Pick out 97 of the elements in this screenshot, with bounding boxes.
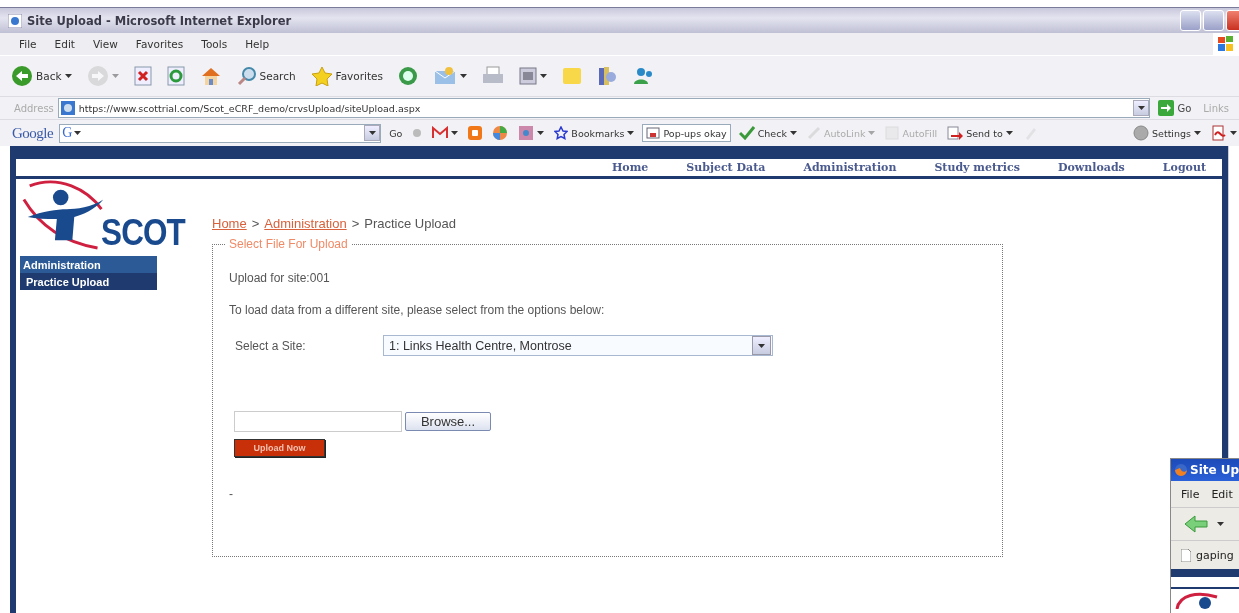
document-icon	[519, 67, 537, 85]
bookmarks-button[interactable]: Bookmarks	[552, 126, 637, 140]
go-button[interactable]: Go	[387, 127, 405, 139]
nav-link[interactable]: Downloads	[1057, 161, 1125, 174]
toolbar-icon-button[interactable]	[1209, 125, 1239, 141]
breadcrumb-link[interactable]: Home	[212, 216, 247, 231]
page-icon	[60, 101, 75, 115]
caret-icon	[1217, 522, 1224, 526]
caret-icon	[74, 131, 82, 135]
window-title: Site Upload - Microsoft Internet Explorer	[27, 13, 293, 28]
caret-icon	[64, 74, 72, 78]
caret-icon	[1230, 131, 1237, 135]
caret-icon	[1194, 131, 1201, 135]
caret-icon	[451, 131, 459, 135]
caret-icon	[111, 74, 119, 78]
menu-item[interactable]: Favorites	[128, 38, 191, 50]
caret-icon	[460, 74, 467, 78]
mail-icon	[433, 66, 457, 86]
menu-item[interactable]: Edit	[47, 38, 82, 50]
caret-icon	[627, 131, 635, 135]
window-title: Site Up	[1190, 463, 1239, 477]
stop-icon	[133, 66, 152, 86]
nav-link[interactable]: Study metrics	[934, 161, 1020, 174]
site-text: Upload for site:001	[229, 271, 331, 285]
menu-item[interactable]: Edit	[1211, 487, 1233, 501]
fox-globe-icon	[1174, 463, 1188, 477]
file-path-field[interactable]	[234, 411, 402, 432]
caret-icon	[868, 131, 876, 135]
media-icon	[398, 66, 418, 86]
site-select[interactable]: 1: Links Health Centre, Montrose	[383, 335, 773, 356]
window-icon	[646, 126, 661, 140]
go-button[interactable]: Go	[1154, 100, 1200, 116]
maximize-button[interactable]	[1203, 10, 1224, 31]
google-logo: Google	[12, 124, 54, 142]
favorites-button[interactable]: Favorites	[307, 64, 386, 88]
instruction-text: To load data from a different site, please select from the options below:	[229, 303, 606, 317]
note-text: -	[229, 487, 234, 501]
check-button[interactable]: Check	[736, 126, 799, 140]
browse-button[interactable]: Browse...	[405, 412, 491, 431]
nav-link[interactable]: Home	[611, 161, 649, 174]
caret-icon	[1005, 131, 1013, 135]
send-icon	[947, 126, 964, 140]
caret-icon	[758, 343, 765, 348]
search-button[interactable]: Search	[233, 64, 299, 88]
blog-icon	[468, 126, 483, 140]
browser-icon	[8, 13, 22, 28]
menu-item[interactable]: File	[12, 38, 44, 50]
menu-item[interactable]: File	[1181, 487, 1200, 501]
breadcrumb-separator: >	[351, 216, 360, 231]
address-field[interactable]: https://www.scottrial.com/Scot_eCRF_demo/crvsUpload/siteUpload.aspx	[57, 98, 1151, 118]
caret-icon	[368, 131, 376, 135]
popups-button[interactable]: Pop-ups okay	[642, 124, 731, 142]
nav-link[interactable]: Subject Data	[686, 161, 766, 174]
select-label: Select a Site:	[235, 338, 307, 353]
toolbar-search-field[interactable]: G	[59, 123, 382, 143]
caret-icon	[537, 131, 545, 135]
menu-item[interactable]: Help	[238, 38, 277, 50]
dropdown-button[interactable]	[364, 125, 381, 141]
mail-icon	[432, 126, 449, 140]
caret-icon	[1137, 106, 1145, 110]
star-icon	[554, 126, 569, 140]
windows-flag-icon	[1217, 36, 1235, 52]
logo-text: SCOT	[101, 215, 186, 251]
page-icon	[1181, 548, 1191, 562]
menu-item[interactable]: Tools	[194, 38, 235, 50]
caret-icon	[789, 131, 797, 135]
edit-button[interactable]	[516, 65, 550, 87]
menu-item[interactable]: View	[85, 38, 125, 50]
breadcrumb-link[interactable]: Administration	[264, 216, 347, 231]
toolbar-icon-button[interactable]	[516, 125, 547, 141]
sidebar-item[interactable]: Practice Upload	[20, 273, 157, 290]
back-button[interactable]: Back	[8, 63, 75, 89]
dropdown-button[interactable]	[1133, 100, 1150, 116]
search-icon	[236, 66, 257, 86]
books-icon	[597, 65, 617, 87]
send-to-button[interactable]: Send to	[945, 126, 1015, 140]
back-arrow-icon	[1184, 515, 1208, 533]
printer-icon	[482, 66, 504, 86]
pdf-icon	[1211, 125, 1227, 141]
nav-link[interactable]: Administration	[803, 161, 897, 174]
settings-button[interactable]: Settings	[1131, 125, 1203, 141]
refresh-icon	[166, 66, 185, 86]
nav-link[interactable]: Logout	[1162, 161, 1206, 174]
minimize-button[interactable]	[1180, 10, 1201, 31]
breadcrumb-current: Practice Upload	[364, 216, 457, 231]
breadcrumb-separator: >	[251, 216, 260, 231]
star-icon	[310, 66, 333, 86]
caret-icon	[540, 74, 547, 78]
note-icon	[562, 66, 582, 86]
toolbar-icon-button[interactable]	[430, 126, 461, 140]
sidebar-item[interactable]: Administration	[20, 256, 157, 273]
address-label: Address	[14, 102, 54, 114]
panel-legend: Select File For Upload	[225, 237, 352, 251]
checkmark-icon	[738, 126, 755, 140]
settings-icon	[1133, 125, 1150, 141]
search-menu[interactable]: G	[62, 125, 82, 141]
pinwheel-icon	[492, 125, 509, 141]
